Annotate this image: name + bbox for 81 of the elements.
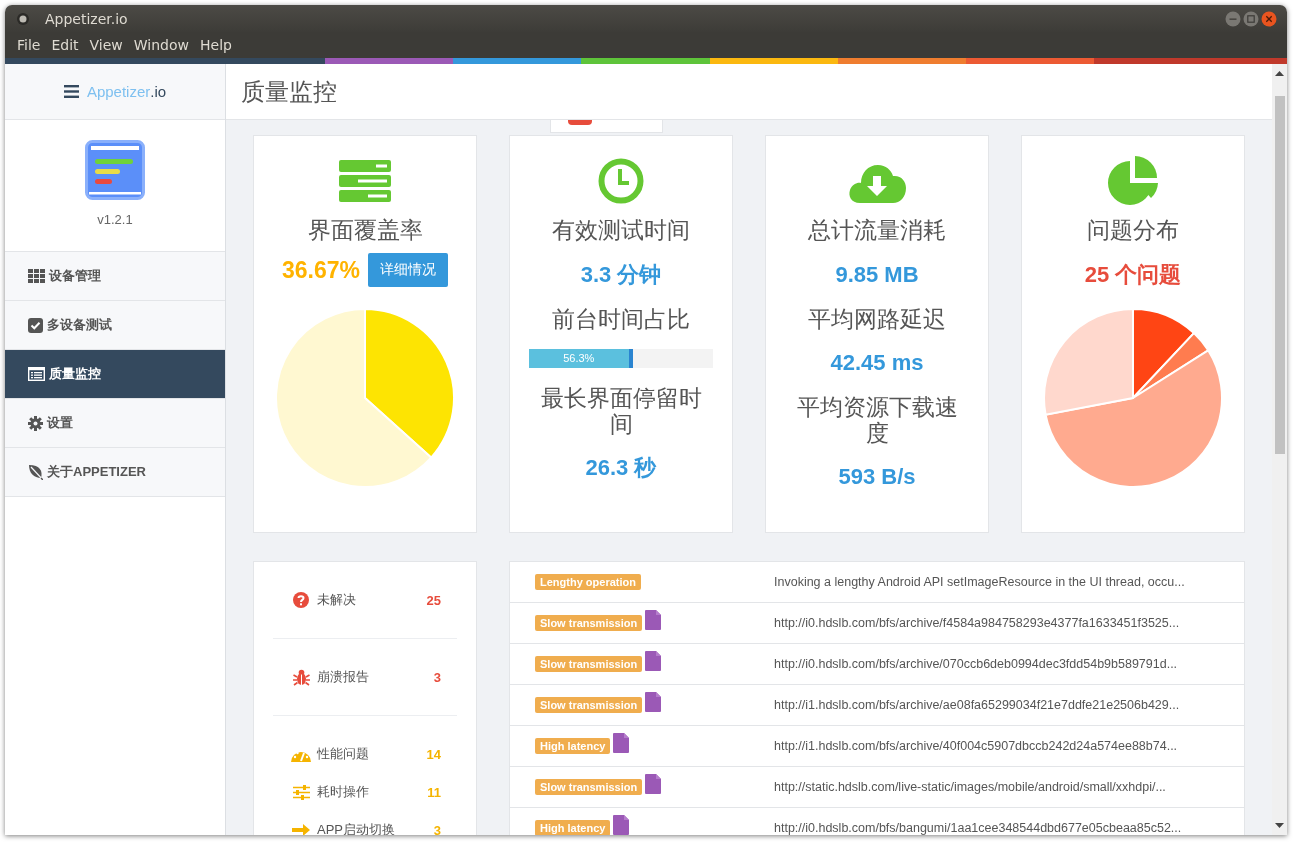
menu-item[interactable]: Help: [195, 37, 237, 53]
close-icon: [1261, 10, 1277, 27]
sidebar-item[interactable]: 设备管理: [5, 252, 225, 301]
stat-label: 平均资源下载速度: [795, 394, 959, 446]
checkbox-icon: [28, 317, 43, 333]
settings-icon: [28, 415, 43, 431]
summary-item[interactable]: 崩溃报告 3: [273, 658, 457, 696]
issue-tag: High latency: [535, 738, 611, 754]
stat-value: 26.3 秒: [585, 454, 657, 482]
issue-description: http://i0.hdslb.com/bfs/archive/f4584a984758293e4377fa1633451f3525...: [774, 616, 1180, 630]
scrollbar-thumb[interactable]: [1274, 96, 1285, 454]
card-title: 有效测试时间: [552, 216, 690, 244]
issue-description: http://i1.hdslb.com/bfs/archive/ae08fa65299034f21e7ddfe21e2506b429...: [774, 698, 1180, 712]
menu-icon: [63, 85, 79, 98]
app-logo-icon: [85, 140, 145, 200]
issue-tag: Lengthy operation: [535, 574, 641, 590]
issue-count: 25 个问题: [1084, 261, 1182, 289]
bug-icon: [291, 668, 311, 686]
sidebar-item[interactable]: 关于APPETIZER: [5, 448, 225, 497]
scrollbar[interactable]: [1272, 64, 1287, 835]
server-icon: [339, 158, 391, 204]
summary-count: 11: [427, 784, 441, 800]
app-icon: [16, 11, 30, 26]
summary-item[interactable]: 耗时操作 11: [273, 773, 457, 811]
issue-description: http://i1.hdslb.com/bfs/archive/40f004c5907dbccb242d24a574ee88b74...: [774, 739, 1178, 753]
summary-item[interactable]: 性能问题 14: [273, 735, 457, 773]
coverage-value: 36.67%: [282, 256, 360, 284]
maximize-icon: [1243, 10, 1259, 27]
summary-label: 崩溃报告: [317, 668, 370, 686]
list-icon: [28, 367, 45, 381]
issue-description: http://i0.hdslb.com/bfs/archive/070ccb6deb0994dec3fdd54b9b589791d...: [774, 657, 1178, 671]
minimize-icon: [1225, 10, 1241, 27]
summary-count: 14: [426, 746, 441, 762]
menu-item[interactable]: File: [12, 37, 46, 53]
stat-label: 平均网路延迟: [807, 306, 947, 332]
menu-item[interactable]: Window: [128, 37, 194, 53]
card-title: 界面覆盖率: [307, 216, 423, 244]
summary-count: 3: [433, 669, 441, 685]
sidebar-item[interactable]: 质量监控: [5, 350, 225, 399]
menu-item[interactable]: View: [84, 37, 128, 53]
stat-value: 593 B/s: [838, 463, 916, 491]
issue-description: http://i0.hdslb.com/bfs/bangumi/1aa1cee348544dbd677e05cbeaa85c52...: [774, 821, 1182, 835]
card-title: 总计流量消耗: [808, 216, 946, 244]
version-text: v1.2.1: [97, 212, 133, 227]
sidebar-item[interactable]: 多设备测试: [5, 301, 225, 350]
issue-tag: Slow transmission: [535, 697, 643, 713]
brand-name: Appetizer: [86, 83, 151, 100]
summary-label: 耗时操作: [317, 783, 370, 801]
stat-label: 最长界面停留时间: [539, 385, 703, 437]
arrow-icon: [291, 823, 311, 835]
grid-icon: [28, 269, 45, 283]
sliders-icon: [291, 784, 311, 800]
issue-tag: Slow transmission: [535, 779, 643, 795]
sidebar-item[interactable]: 设置: [5, 399, 225, 448]
scroll-up-icon: [1275, 71, 1284, 76]
issue-tag: High latency: [535, 820, 611, 835]
summary-count: 25: [426, 592, 441, 608]
issue-tag: Slow transmission: [535, 656, 643, 672]
menu-item[interactable]: Edit: [46, 37, 84, 53]
partial-tab[interactable]: [550, 120, 663, 133]
issue-description: Invoking a lengthy Android API setImageResource in the UI thread, occu...: [774, 575, 1185, 589]
summary-label: 性能问题: [317, 745, 370, 763]
clock-icon: [598, 158, 644, 204]
issue-tag: Slow transmission: [535, 615, 643, 631]
card-title: 问题分布: [1087, 216, 1179, 244]
issue-description: http://static.hdslb.com/live-static/images/mobile/android/small/xxhdpi/...: [774, 780, 1166, 794]
stat-value: 42.45 ms: [830, 349, 924, 377]
summary-count: 3: [433, 822, 441, 835]
stat-label: 前台时间占比: [551, 306, 691, 332]
leaf-icon: [28, 464, 43, 480]
stat-value: 3.3 分钟: [580, 261, 662, 289]
help-icon: [291, 592, 311, 608]
brand-suffix: .io: [150, 83, 167, 100]
summary-label: 未解决: [317, 591, 357, 609]
summary-item[interactable]: 未解决 25: [273, 581, 457, 619]
progress-fill: 56.3%: [529, 349, 633, 368]
pie-chart-icon: [1107, 158, 1159, 204]
page-title: 质量监控: [241, 76, 337, 107]
scroll-down-icon: [1275, 823, 1284, 828]
window-title: Appetizer.io: [45, 10, 128, 27]
stat-value: 9.85 MB: [835, 261, 919, 289]
